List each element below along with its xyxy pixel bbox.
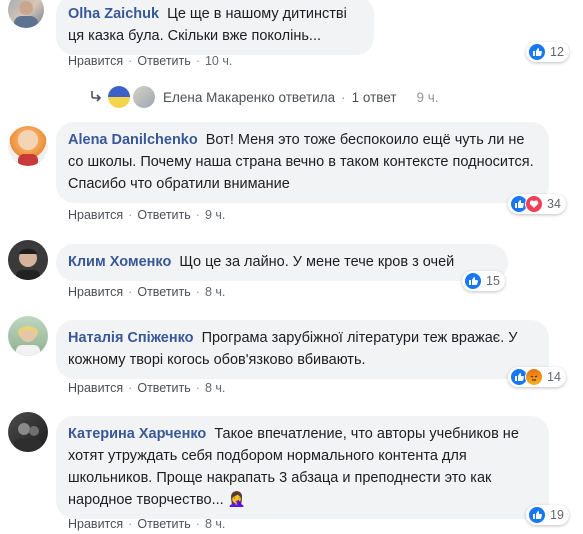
comment-author[interactable]: Клим Хоменко [68,254,171,270]
reply-link[interactable]: Ответить [137,54,190,68]
comment-author[interactable]: Olha Zaichuk [68,6,159,22]
like-link[interactable]: Нравится [68,285,123,299]
comment-text: Що це за лайно. У мене тече кров з очей [179,254,455,270]
view-replies-link[interactable]: Елена Макаренко ответила · 1 ответ 9 ч. [90,86,439,108]
comment-actions: Нравится · Ответить · 8 ч. [68,285,226,299]
facepalm-emoji: 🤦‍♀️ [227,492,246,508]
reply-avatar [133,86,155,108]
comment-bubble: Катерина Харченко Такое впечатление, что… [56,416,549,519]
reply-link[interactable]: Ответить [137,381,190,395]
avatar[interactable] [8,316,48,356]
avatar[interactable] [8,412,48,452]
reply-link[interactable]: Ответить [137,285,190,299]
reply-link[interactable]: Ответить [137,208,190,222]
comment-actions: Нравится · Ответить · 9 ч. [68,208,226,222]
avatar-photo [14,423,42,452]
avatar[interactable] [8,126,48,166]
reply-count: 1 ответ [351,89,397,105]
reply-link[interactable]: Ответить [137,517,190,531]
love-icon [525,195,543,213]
comment-time[interactable]: 10 ч. [205,54,232,68]
angry-icon [525,368,543,386]
reply-time: 9 ч. [416,89,439,105]
avatar-photo [18,154,38,166]
avatar-photo [16,326,40,356]
reaction-count: 34 [547,197,561,211]
comment-time[interactable]: 8 ч. [205,517,225,531]
reply-avatar [108,86,130,108]
comment-author[interactable]: Alena Danilchenko [68,132,198,148]
reaction-count: 15 [486,274,500,288]
comment-bubble: Наталія Спіженко Програма зарубіжної літ… [56,320,549,379]
reaction-count: 12 [550,45,564,59]
reaction-count: 19 [550,508,564,522]
like-link[interactable]: Нравится [68,54,123,68]
comment-actions: Нравится · Ответить · 8 ч. [68,517,226,531]
avatar-photo [14,1,38,28]
avatar[interactable] [8,240,48,280]
reply-arrow-icon [90,90,102,105]
comment-bubble: Olha Zaichuk Це ще в нашому дитинстві ця… [56,0,374,55]
comment-time[interactable]: 8 ч. [205,381,225,395]
comment-bubble: Alena Danilchenko Вот! Меня это тоже бес… [56,122,549,203]
reply-summary-text: Елена Макаренко ответила [163,89,336,105]
like-link[interactable]: Нравится [68,208,123,222]
reaction-summary[interactable]: 14 [508,367,566,387]
like-link[interactable]: Нравится [68,517,123,531]
comment-bubble: Клим Хоменко Що це за лайно. У мене тече… [56,244,508,281]
comment-time[interactable]: 9 ч. [205,208,225,222]
comment-author[interactable]: Наталія Спіженко [68,330,194,346]
reaction-summary[interactable]: 12 [526,42,569,62]
reaction-summary[interactable]: 19 [526,505,569,525]
reaction-count: 14 [547,370,561,384]
like-icon [528,506,546,524]
avatar[interactable] [8,0,44,28]
like-icon [528,43,546,61]
comment-time[interactable]: 8 ч. [205,285,225,299]
comment-author[interactable]: Катерина Харченко [68,426,206,442]
avatar-photo [16,248,40,280]
like-icon [464,272,482,290]
comment-actions: Нравится · Ответить · 8 ч. [68,381,226,395]
reaction-summary[interactable]: 15 [462,271,505,291]
like-link[interactable]: Нравится [68,381,123,395]
reaction-summary[interactable]: 34 [508,194,566,214]
comment-actions: Нравится · Ответить · 10 ч. [68,54,233,68]
